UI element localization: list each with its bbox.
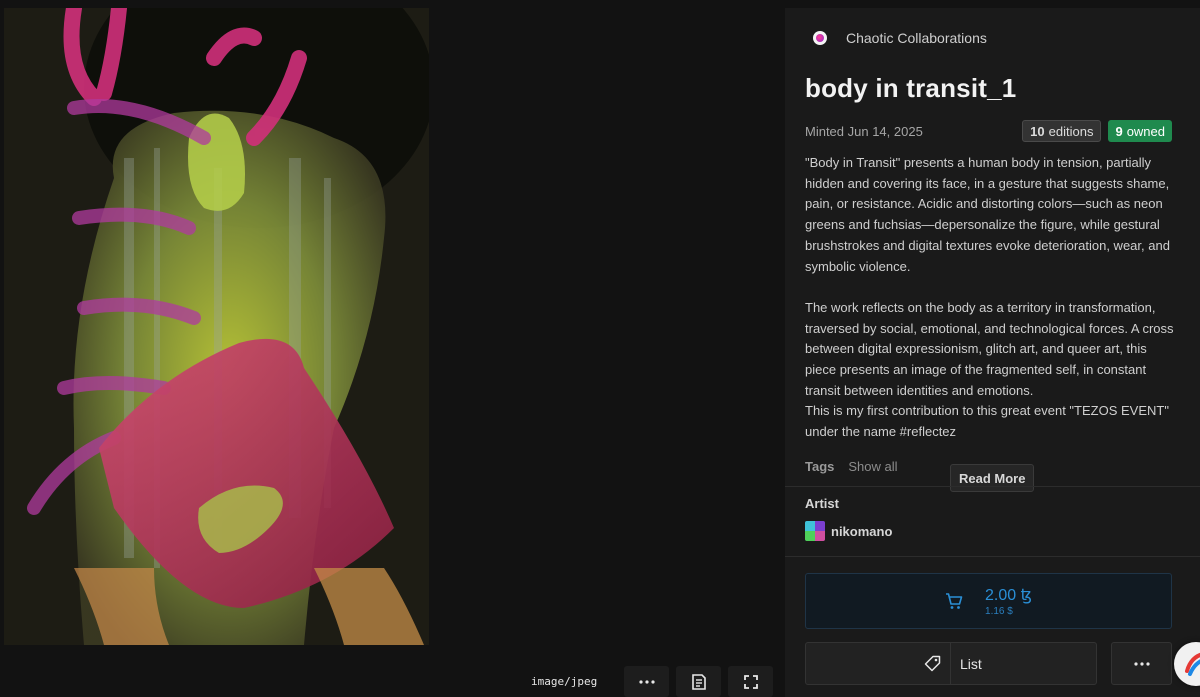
- info-button[interactable]: [676, 666, 722, 697]
- collection-logo-icon: [813, 31, 827, 45]
- list-button[interactable]: List: [805, 642, 1097, 685]
- artwork-image[interactable]: [4, 8, 429, 645]
- more-actions-button[interactable]: [1111, 642, 1172, 685]
- cart-icon: [946, 592, 963, 609]
- tags-label: Tags: [805, 459, 835, 474]
- owned-label: owned: [1126, 123, 1165, 139]
- token-title: body in transit_1: [805, 73, 1017, 103]
- media-toolbar: image/jpeg: [531, 666, 774, 697]
- artist-label: Artist: [805, 496, 839, 511]
- description-paragraph: "Body in Transit" presents a human body …: [805, 155, 1170, 274]
- brush-logo-icon: [1185, 652, 1200, 676]
- read-more-button[interactable]: Read More: [950, 464, 1035, 492]
- price-amount: 2.00 ꜩ: [985, 587, 1032, 604]
- collection-link[interactable]: Chaotic Collaborations: [813, 30, 987, 46]
- token-description: "Body in Transit" presents a human body …: [805, 153, 1177, 443]
- editions-badge[interactable]: 10 editions: [1022, 120, 1102, 142]
- artist-link[interactable]: nikomano: [805, 521, 892, 541]
- editions-count: 10: [1030, 123, 1045, 139]
- price-fiat: 1.16 $: [985, 606, 1013, 617]
- ellipsis-icon: [1133, 661, 1150, 666]
- minted-date: Minted Jun 14, 2025: [805, 124, 923, 139]
- ellipsis-icon: [639, 679, 655, 684]
- list-label: List: [960, 655, 982, 672]
- artist-avatar: [805, 521, 825, 541]
- tags-show-all-link[interactable]: Show all: [848, 459, 897, 474]
- description-paragraph: This is my first contribution to this gr…: [805, 403, 1169, 440]
- collect-button[interactable]: 2.00 ꜩ 1.16 $: [805, 573, 1172, 629]
- artwork-illustration: [4, 8, 429, 645]
- tag-icon: [924, 655, 941, 672]
- mime-type-label: image/jpeg: [531, 675, 598, 688]
- description-paragraph: The work reflects on the body as a terri…: [805, 299, 1174, 398]
- fullscreen-button[interactable]: [728, 666, 774, 697]
- token-detail-panel: Chaotic Collaborations body in transit_1…: [785, 8, 1200, 697]
- owned-count: 9: [1115, 123, 1123, 139]
- fullscreen-icon: [743, 674, 758, 689]
- editions-label: editions: [1048, 123, 1094, 139]
- document-icon: [691, 673, 706, 690]
- owned-badge[interactable]: 9 owned: [1108, 120, 1172, 142]
- tags-row: Tags Show all: [805, 459, 898, 474]
- divider: [785, 486, 1200, 487]
- edition-badges: 10 editions 9 owned: [1022, 120, 1172, 142]
- collection-name: Chaotic Collaborations: [846, 30, 987, 46]
- media-area: image/jpeg: [0, 0, 785, 697]
- more-options-button[interactable]: [624, 666, 670, 697]
- divider: [785, 556, 1200, 557]
- artist-name: nikomano: [831, 523, 893, 539]
